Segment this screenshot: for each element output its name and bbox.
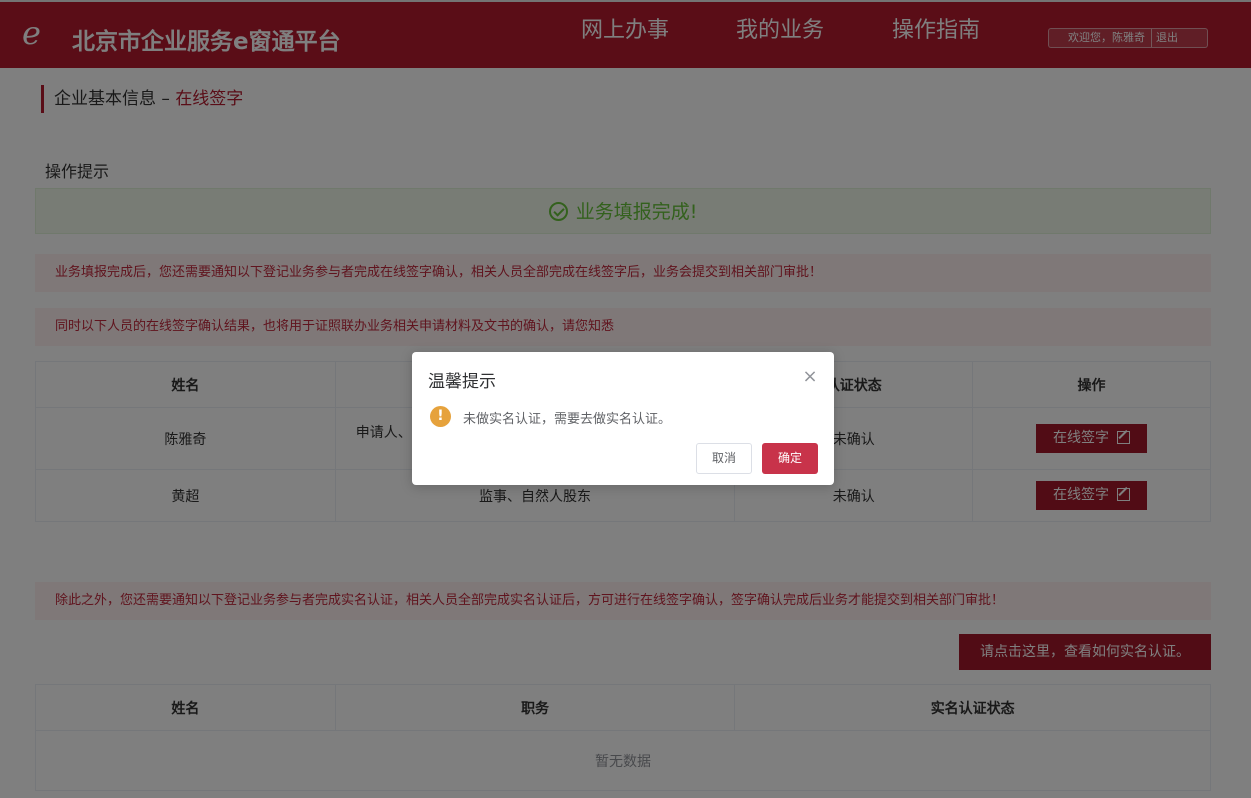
cancel-button[interactable]: 取消 [696,443,752,474]
warning-dialog: 温馨提示 × ! 未做实名认证，需要去做实名认证。 取消 确定 [412,352,834,485]
confirm-button[interactable]: 确定 [762,443,818,474]
warning-icon: ! [430,406,451,427]
dialog-title: 温馨提示 [428,372,496,392]
close-icon[interactable]: × [802,368,818,386]
dialog-message: 未做实名认证，需要去做实名认证。 [463,412,672,427]
